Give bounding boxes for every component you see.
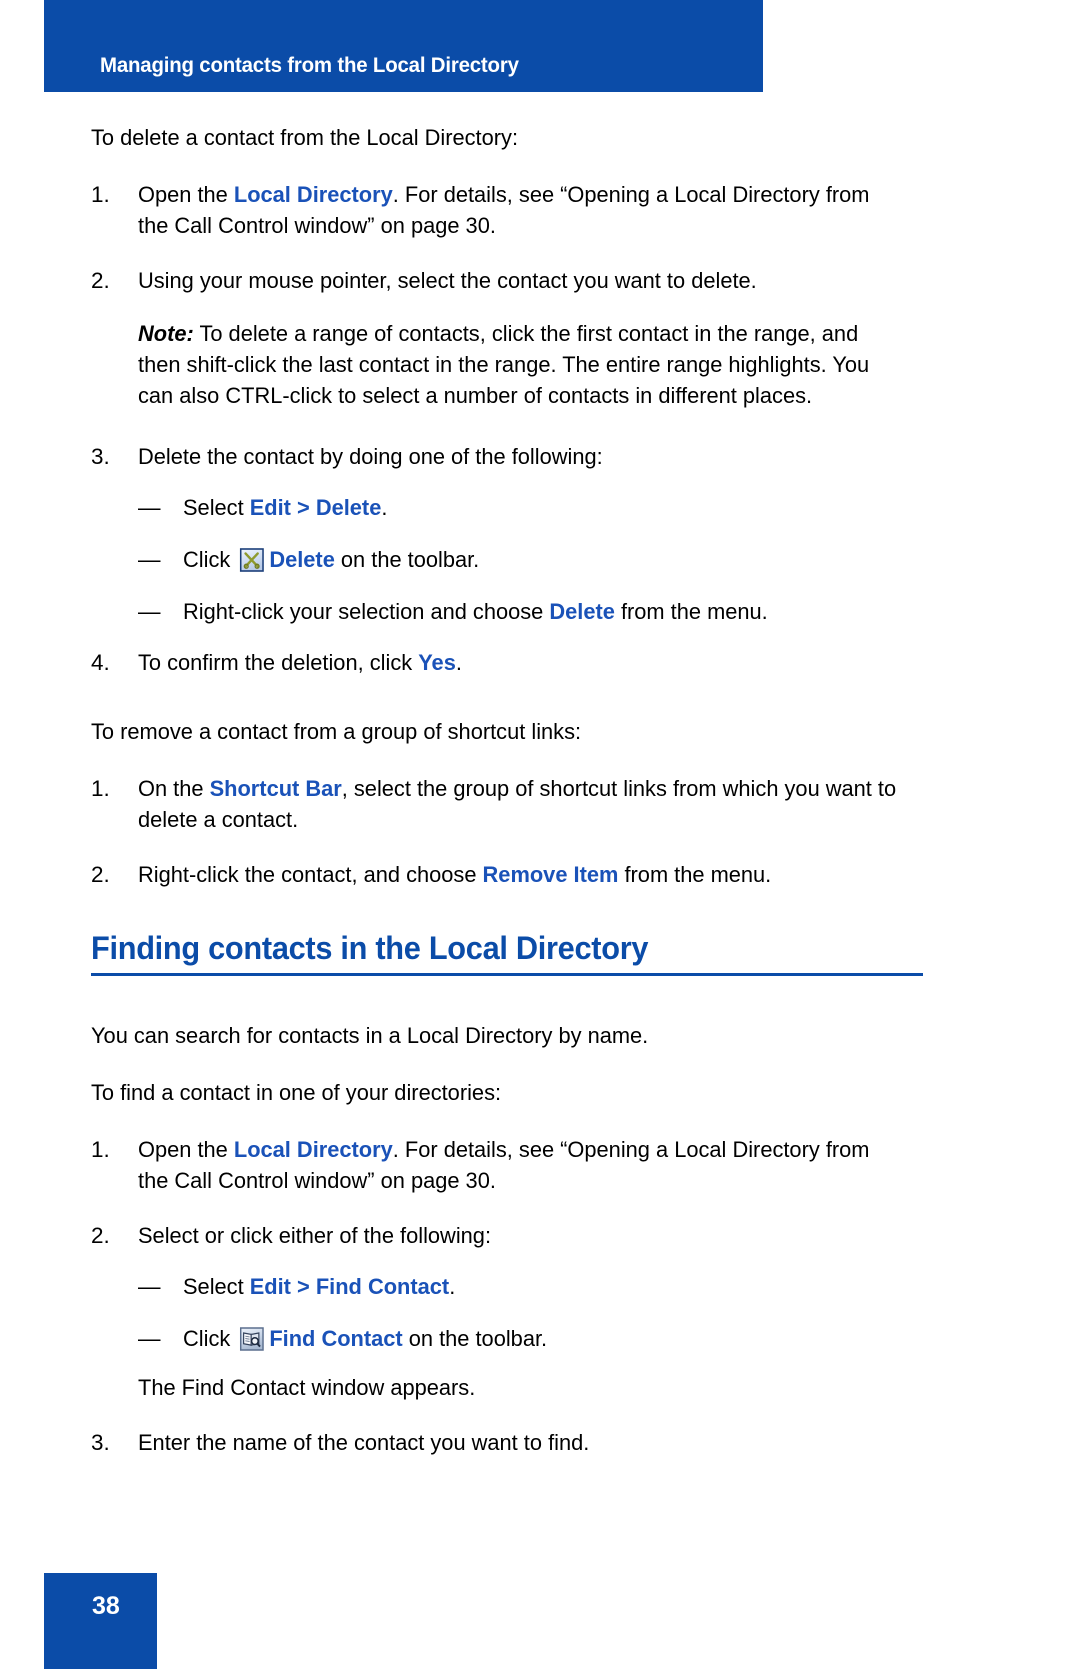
text-rest: from the menu.	[614, 599, 768, 624]
list-item: — Select Edit > Delete.	[138, 492, 929, 523]
list-number: 2.	[91, 268, 110, 293]
list-text: Click Find Contact on the toolbar.	[183, 1323, 907, 1354]
list-text: Select or click either of the following:	[138, 1223, 492, 1248]
text-rest: .	[449, 1274, 456, 1299]
list-number: 1.	[91, 1137, 110, 1162]
text-lead: Click	[183, 547, 237, 572]
list-item: 1. Open the Local Directory. For details…	[91, 179, 929, 241]
list-item: 2. Using your mouse pointer, select the …	[91, 265, 929, 296]
text-lead: Select	[183, 1274, 250, 1299]
ui-reference-local-directory[interactable]: Local Directory	[234, 1137, 393, 1162]
section-heading: Finding contacts in the Local Directory	[91, 930, 649, 966]
page-number-tab: 38	[44, 1573, 157, 1669]
list-text: Delete the contact by doing one of the f…	[138, 444, 603, 469]
list-text: Open the Local Directory. For details, s…	[138, 1134, 905, 1196]
list-text: Using your mouse pointer, select the con…	[138, 268, 757, 293]
running-header-banner: Managing contacts from the Local Directo…	[44, 0, 763, 92]
ui-reference-find-contact[interactable]: Find Contact	[269, 1326, 402, 1351]
text-lead: Open the	[138, 1137, 234, 1162]
text-lead: On the	[138, 776, 210, 801]
list-item: 3. Delete the contact by doing one of th…	[91, 441, 929, 472]
list-number: 3.	[91, 1430, 110, 1455]
text-rest: from the menu.	[618, 862, 772, 887]
section-heading-rule	[91, 973, 923, 976]
ui-reference-local-directory[interactable]: Local Directory	[234, 182, 393, 207]
list-item: — Select Edit > Find Contact.	[138, 1271, 929, 1302]
ui-reference-remove-item[interactable]: Remove Item	[483, 862, 619, 887]
text-lead: Open the	[138, 182, 234, 207]
text-lead: Right-click the contact, and choose	[138, 862, 483, 887]
list-item: — Right-click your selection and choose …	[138, 596, 929, 627]
text-lead: To confirm the deletion, click	[138, 650, 419, 675]
em-dash-bullet-icon: —	[138, 495, 161, 520]
list-text: Click Delete on the toolbar.	[183, 544, 907, 575]
text-lead: Click	[183, 1326, 237, 1351]
list-number: 2.	[91, 1223, 110, 1248]
em-dash-bullet-icon: —	[138, 1326, 161, 1351]
list-text: Enter the name of the contact you want t…	[138, 1430, 590, 1455]
em-dash-bullet-icon: —	[138, 599, 161, 624]
delete-toolbar-icon[interactable]	[239, 548, 264, 572]
list-text: To confirm the deletion, click Yes.	[138, 647, 905, 678]
list-item: 3. Enter the name of the contact you wan…	[91, 1427, 929, 1458]
ui-reference-edit-delete[interactable]: Edit > Delete	[250, 495, 382, 520]
text-rest: on the toolbar.	[402, 1326, 548, 1351]
running-header-title: Managing contacts from the Local Directo…	[100, 53, 519, 77]
list-item: 2. Right-click the contact, and choose R…	[91, 859, 929, 890]
page-number: 38	[92, 1592, 120, 1620]
note-block: Note: To delete a range of contacts, cli…	[138, 318, 905, 411]
text-rest: .	[381, 495, 388, 520]
ui-reference-edit-find-contact[interactable]: Edit > Find Contact	[250, 1274, 449, 1299]
list-text: Open the Local Directory. For details, s…	[138, 179, 905, 241]
list-text: Right-click the contact, and choose Remo…	[138, 859, 905, 890]
list-number: 3.	[91, 444, 110, 469]
list-text: Select Edit > Find Contact.	[183, 1271, 907, 1302]
find-contact-toolbar-icon[interactable]	[239, 1327, 264, 1351]
list-item: — Click Delete on the toolbar.	[138, 544, 929, 575]
list-text: Right-click your selection and choose De…	[183, 596, 907, 627]
note-text: To delete a range of contacts, click the…	[138, 321, 870, 408]
ui-reference-shortcut-bar[interactable]: Shortcut Bar	[210, 776, 342, 801]
ui-reference-delete[interactable]: Delete	[269, 547, 335, 572]
list-number: 4.	[91, 650, 110, 675]
em-dash-bullet-icon: —	[138, 547, 161, 572]
list-item: 2. Select or click either of the followi…	[91, 1220, 929, 1251]
list-text: Select Edit > Delete.	[183, 492, 907, 523]
list-number: 2.	[91, 862, 110, 887]
em-dash-bullet-icon: —	[138, 1274, 161, 1299]
text-rest: .	[455, 650, 462, 675]
list-number: 1.	[91, 182, 110, 207]
list-item: 4. To confirm the deletion, click Yes.	[91, 647, 929, 678]
list-item: 1. On the Shortcut Bar, select the group…	[91, 773, 929, 835]
find-contact-window-note: The Find Contact window appears.	[138, 1375, 476, 1400]
page-content: To delete a contact from the Local Direc…	[91, 122, 929, 1458]
section-leadin-paragraph: To find a contact in one of your directo…	[91, 1080, 502, 1105]
note-label: Note:	[138, 321, 194, 346]
intro-remove-paragraph: To remove a contact from a group of shor…	[91, 719, 582, 744]
ui-reference-yes[interactable]: Yes	[418, 650, 456, 675]
section-intro-paragraph: You can search for contacts in a Local D…	[91, 1023, 649, 1048]
intro-delete-paragraph: To delete a contact from the Local Direc…	[91, 125, 519, 150]
text-lead: Select	[183, 495, 250, 520]
ui-reference-delete-menu[interactable]: Delete	[549, 599, 615, 624]
text-rest: on the toolbar.	[334, 547, 480, 572]
list-item: — Click Find Contact on the toolbar.	[138, 1323, 929, 1354]
text-lead: Right-click your selection and choose	[183, 599, 550, 624]
list-item: 1. Open the Local Directory. For details…	[91, 1134, 929, 1196]
list-number: 1.	[91, 776, 110, 801]
list-text: On the Shortcut Bar, select the group of…	[138, 773, 905, 835]
